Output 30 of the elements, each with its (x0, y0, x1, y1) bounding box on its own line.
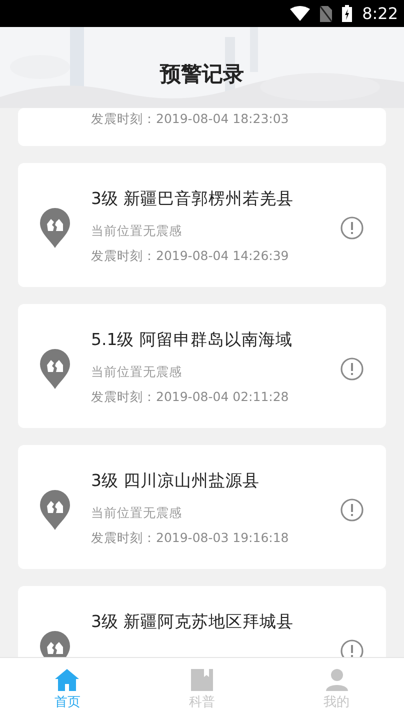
record-card[interactable]: 3级 新疆阿克苏地区拜城县 (18, 586, 386, 657)
book-icon (190, 669, 213, 691)
status-time: 8:22 (362, 2, 398, 24)
wifi-icon (290, 6, 310, 22)
felt-status: 当前位置无震感 (91, 362, 183, 381)
home-icon (55, 669, 80, 691)
felt-status: 当前位置无震感 (91, 504, 183, 522)
record-card[interactable]: 3级 新疆巴音郭楞州若羌县 当前位置无震感 发震时刻：2019-08-04 14:26:39 (18, 163, 386, 287)
record-card[interactable]: 3级 四川凉山州盐源县 当前位置无震感 发震时刻：2019-08-03 19:16:18 (18, 445, 386, 569)
quake-title: 3级 新疆巴音郭楞州若羌县 (91, 188, 295, 210)
info-icon[interactable] (340, 216, 364, 240)
no-sim-icon (320, 6, 332, 22)
quake-time: 发震时刻：2019-08-04 02:11:28 (91, 388, 290, 406)
page-title: 预警记录 (160, 60, 244, 88)
quake-time: 发震时刻：2019-08-03 19:16:18 (91, 528, 290, 546)
pin-icon (40, 349, 70, 389)
quake-time: 发震时刻：2019-08-04 14:26:39 (91, 246, 290, 264)
person-icon (326, 669, 348, 691)
info-icon[interactable] (340, 639, 364, 657)
pin-icon (40, 490, 70, 530)
pin-icon (40, 208, 70, 248)
info-icon[interactable] (340, 498, 364, 522)
info-icon[interactable] (340, 357, 364, 381)
quake-title: 3级 四川凉山州盐源县 (91, 470, 261, 492)
quake-title: 3级 新疆阿克苏地区拜城县 (91, 611, 295, 633)
quake-title: 5.1级 阿留申群岛以南海域 (91, 329, 294, 351)
record-card[interactable]: 5.1级 阿留申群岛以南海域 当前位置无震感 发震时刻：2019-08-04 02:11:28 (18, 304, 386, 428)
felt-status: 当前位置无震感 (91, 222, 183, 240)
quake-time: 发震时刻：2019-08-04 18:23:03 (91, 110, 289, 128)
battery-charging-icon (342, 5, 352, 22)
